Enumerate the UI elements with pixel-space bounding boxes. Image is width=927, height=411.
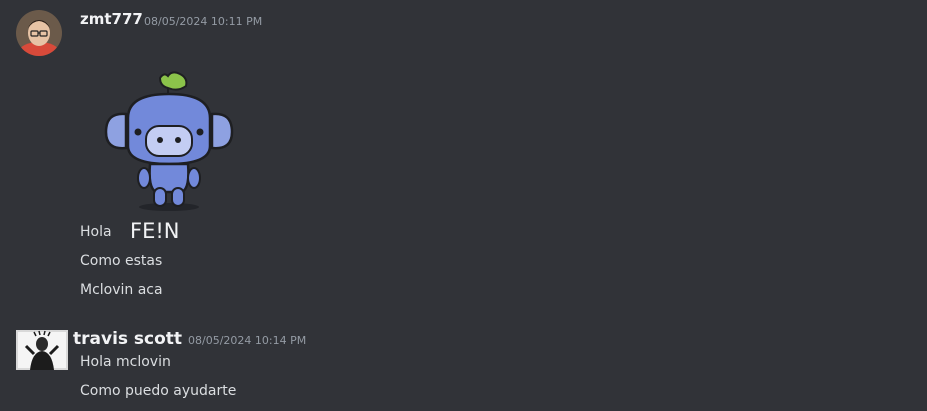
wumpus-icon (104, 71, 234, 211)
message-timestamp: 08/05/2024 10:11 PM (144, 15, 263, 28)
message-text: Como estas (80, 253, 163, 269)
message-timestamp: 08/05/2024 10:14 PM (188, 334, 307, 347)
chat-message: zmt777 08/05/2024 10:11 PM Hola FE!N Com… (0, 0, 927, 315)
chat-message-list: zmt777 08/05/2024 10:11 PM Hola FE!N Com… (0, 0, 927, 411)
message-text: Hola (80, 224, 112, 240)
message-text: Como puedo ayudarte (80, 383, 237, 399)
avatar-image (16, 10, 62, 56)
avatar[interactable] (16, 10, 62, 56)
chat-message: travis scott 08/05/2024 10:14 PM Hola mc… (0, 320, 927, 411)
message-text: Hola mclovin (80, 354, 171, 370)
wumpus-sticker[interactable] (98, 68, 240, 212)
message-text: Mclovin aca (80, 282, 163, 298)
username[interactable]: travis scott (73, 329, 182, 349)
username[interactable]: zmt777 (80, 10, 143, 28)
message-text-large: FE!N (130, 219, 180, 243)
avatar[interactable] (16, 330, 68, 370)
avatar-image (16, 330, 68, 370)
